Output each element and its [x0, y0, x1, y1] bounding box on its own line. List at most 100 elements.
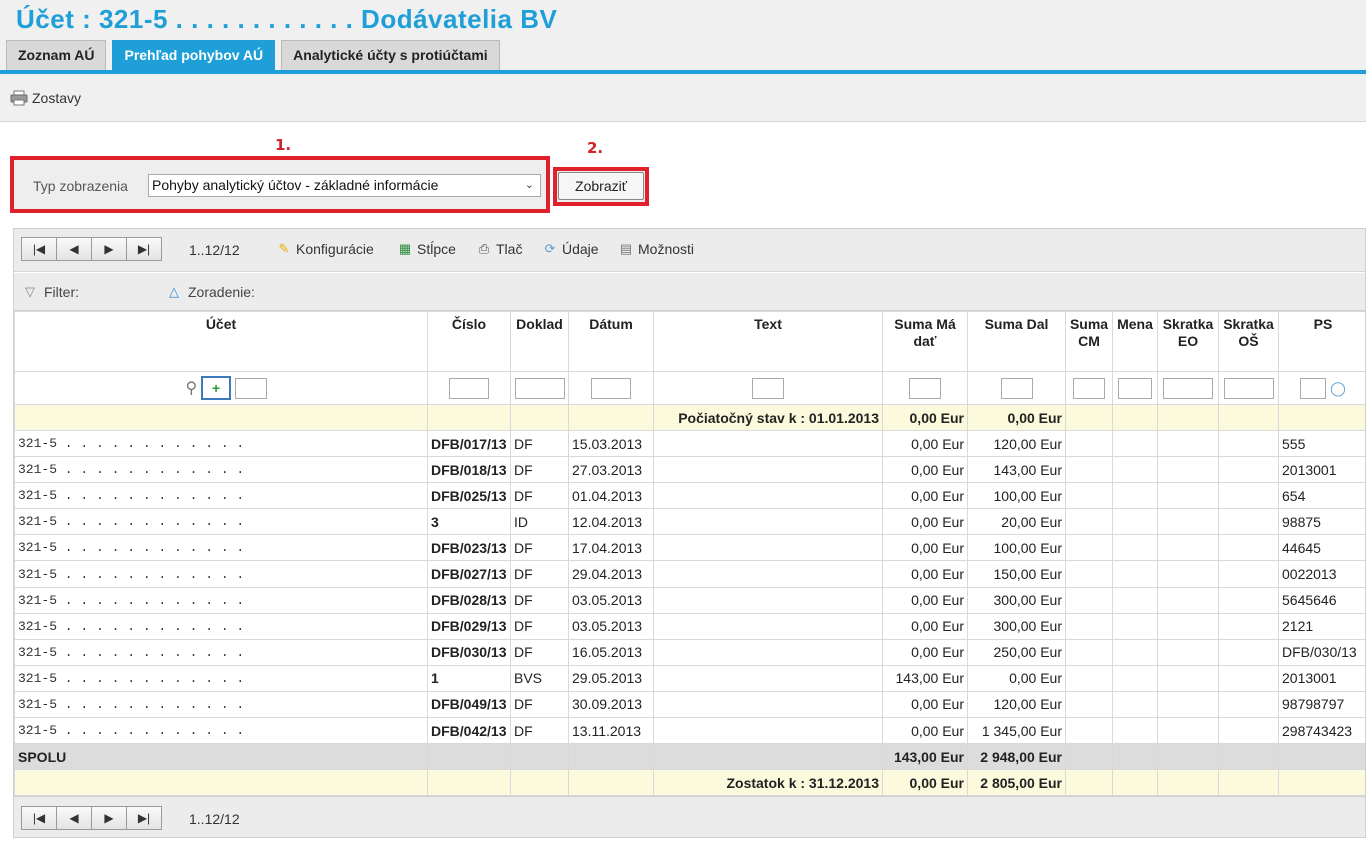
cell-mena [1112, 508, 1158, 536]
filter-button[interactable]: ▽ Filter: [22, 284, 79, 300]
next-page-icon[interactable]: ▶ [91, 806, 127, 830]
cell-skratka-eo [1157, 690, 1219, 719]
cell-ps: 2013001 [1278, 664, 1365, 692]
filter-input-datum[interactable] [591, 377, 631, 399]
zostavy-button[interactable]: Zostavy [10, 90, 81, 106]
prev-page-icon[interactable]: ◀ [56, 806, 92, 830]
col-skratka-os[interactable]: Skratka OŠ [1218, 311, 1279, 372]
table-row[interactable]: 321-5 . . . . . . . . . . . . 1 BVS 29.05.2… [14, 664, 1365, 692]
tab-analyticke-ucty[interactable]: Analytické účty s protiúčtami [281, 40, 500, 70]
filter-input-cislo[interactable] [449, 377, 489, 399]
cell-ps: 44645 [1278, 534, 1365, 562]
col-suma-cm[interactable]: Suma CM [1065, 311, 1113, 372]
filter-input-skratka-os[interactable] [1223, 377, 1274, 399]
konfiguracie-button[interactable]: ✎ Konfigurácie [276, 241, 374, 257]
filter-input-mena[interactable] [1118, 377, 1152, 399]
col-ucet[interactable]: Účet [14, 311, 428, 372]
filter-input-suma-ma-dat[interactable] [909, 377, 941, 399]
cell-suma-ma-dat: 0,00 Eur [882, 638, 968, 666]
col-datum[interactable]: Dátum [568, 311, 654, 372]
bottom-pager-bar: |◀ ◀ ▶ ▶| 1..12/12 [14, 796, 1365, 837]
tlac-label: Tlač [496, 241, 523, 257]
filter-input-doklad[interactable] [514, 377, 565, 399]
cell-ps: 98875 [1278, 508, 1365, 536]
cell-cislo: DFB/025/13 [427, 482, 511, 510]
lightbulb-icon[interactable]: ◯ [1330, 380, 1346, 396]
col-cislo[interactable]: Číslo [427, 311, 511, 372]
columns-icon: ▦ [398, 241, 412, 256]
filter-input-suma-dal[interactable] [1000, 377, 1033, 399]
filter-cell-skratka-eo [1157, 371, 1219, 405]
cell-mena [1112, 612, 1158, 640]
cell-doklad: DF [510, 586, 569, 614]
zobrazit-button[interactable]: Zobraziť [558, 172, 644, 200]
cell-ps: 5645646 [1278, 586, 1365, 614]
closing-ma-dat: 0,00 Eur [882, 769, 968, 797]
search-icon[interactable]: ⚲ [186, 380, 198, 397]
col-skratka-eo[interactable]: Skratka EO [1157, 311, 1219, 372]
table-header: Účet Číslo Doklad Dátum Text Suma Má dať… [14, 311, 1365, 372]
table-row[interactable]: 321-5 . . . . . . . . . . . . DFB/017/13 D… [14, 429, 1365, 458]
typ-zobrazenia-select[interactable]: Pohyby analytický účtov - základné infor… [148, 174, 541, 197]
table-row[interactable]: 321-5 . . . . . . . . . . . . DFB/027/13 D… [14, 560, 1365, 588]
cell-suma-cm [1065, 482, 1113, 510]
options-icon: ▤ [619, 241, 633, 256]
filter-cell-ucet: ⚲ + [14, 371, 428, 405]
table-row[interactable]: 321-5 . . . . . . . . . . . . DFB/018/13 D… [14, 456, 1365, 484]
cell-suma-dal: 20,00 Eur [967, 508, 1066, 536]
filter-input-ucet[interactable] [235, 377, 267, 399]
cell-skratka-eo [1157, 456, 1219, 484]
cell-text [653, 690, 883, 719]
cell-cislo: DFB/023/13 [427, 534, 511, 562]
add-search-icon[interactable]: + [201, 376, 232, 400]
annotation-step-1: 1. [275, 136, 292, 154]
cell-skratka-os [1218, 508, 1279, 536]
col-doklad[interactable]: Doklad [510, 311, 569, 372]
cell-datum: 15.03.2013 [568, 429, 654, 458]
cell-datum: 03.05.2013 [568, 612, 654, 640]
table-row[interactable]: 321-5 . . . . . . . . . . . . DFB/030/13 D… [14, 638, 1365, 666]
cell-suma-ma-dat: 0,00 Eur [882, 508, 968, 536]
cell-cislo: DFB/017/13 [427, 429, 511, 458]
cell-suma-ma-dat: 0,00 Eur [882, 534, 968, 562]
table-row[interactable]: 321-5 . . . . . . . . . . . . DFB/029/13 D… [14, 612, 1365, 640]
table-row[interactable]: 321-5 . . . . . . . . . . . . 3 ID 12.04.20… [14, 508, 1365, 536]
table-row[interactable]: 321-5 . . . . . . . . . . . . DFB/023/13 D… [14, 534, 1365, 562]
opening-ma-dat: 0,00 Eur [882, 404, 968, 431]
table-row[interactable]: 321-5 . . . . . . . . . . . . DFB/025/13 D… [14, 482, 1365, 510]
total-ma-dat: 143,00 Eur [882, 743, 968, 771]
pager-top: |◀ ◀ ▶ ▶| [21, 237, 162, 261]
col-text[interactable]: Text [653, 311, 883, 372]
last-page-icon[interactable]: ▶| [126, 806, 162, 830]
stlpce-button[interactable]: ▦ Stĺpce [397, 241, 456, 257]
typ-zobrazenia-label: Typ zobrazenia [33, 178, 128, 194]
cell-text [653, 456, 883, 484]
zoradenie-button[interactable]: △ Zoradenie: [166, 284, 255, 300]
first-page-icon[interactable]: |◀ [21, 237, 57, 261]
col-ps[interactable]: PS [1278, 311, 1365, 372]
moznosti-button[interactable]: ▤ Možnosti [618, 241, 694, 257]
cell-text [653, 482, 883, 510]
col-suma-dal[interactable]: Suma Dal [967, 311, 1066, 372]
col-suma-ma-dat[interactable]: Suma Má dať [882, 311, 968, 372]
prev-page-icon[interactable]: ◀ [56, 237, 92, 261]
tab-prehlad-pohybov-au[interactable]: Prehľad pohybov AÚ [112, 40, 276, 70]
cell-datum: 29.05.2013 [568, 664, 654, 692]
first-page-icon[interactable]: |◀ [21, 806, 57, 830]
table-row[interactable]: 321-5 . . . . . . . . . . . . DFB/042/13 D… [14, 717, 1365, 745]
funnel-icon: ▽ [25, 284, 35, 299]
col-mena[interactable]: Mena [1112, 311, 1158, 372]
table-row[interactable]: 321-5 . . . . . . . . . . . . DFB/049/13 D… [14, 690, 1365, 719]
filter-input-skratka-eo[interactable] [1163, 377, 1213, 399]
tlac-button[interactable]: ⎙ Tlač [476, 241, 523, 257]
filter-input-suma-cm[interactable] [1073, 377, 1105, 399]
last-page-icon[interactable]: ▶| [126, 237, 162, 261]
udaje-button[interactable]: ⟳ Údaje [542, 241, 599, 257]
next-page-icon[interactable]: ▶ [91, 237, 127, 261]
cell-suma-dal: 150,00 Eur [967, 560, 1066, 588]
table-row[interactable]: 321-5 . . . . . . . . . . . . DFB/028/13 D… [14, 586, 1365, 614]
filter-input-text[interactable] [752, 377, 784, 399]
filter-input-ps[interactable] [1300, 377, 1327, 399]
tab-zoznam-au[interactable]: Zoznam AÚ [6, 40, 107, 70]
cell-ps: 555 [1278, 429, 1365, 458]
